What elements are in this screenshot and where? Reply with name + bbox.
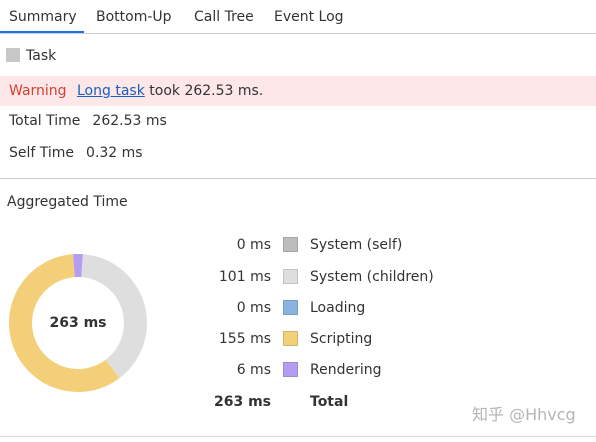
total-time-value: 262.53 ms xyxy=(92,113,167,129)
warning-row: Warning Long task took 262.53 ms. xyxy=(0,76,596,106)
total-time-label: Total Time xyxy=(9,113,81,129)
long-task-link[interactable]: Long task xyxy=(77,83,145,99)
legend-swatch xyxy=(283,269,298,284)
legend-row-scripting: 155 ms Scripting xyxy=(0,329,596,349)
legend-value: 155 ms xyxy=(218,331,271,347)
self-time-value: 0.32 ms xyxy=(86,145,143,161)
active-tab-indicator xyxy=(0,31,84,33)
legend-swatch xyxy=(283,362,298,377)
legend-row-loading: 0 ms Loading xyxy=(0,298,596,318)
total-label: Total xyxy=(310,394,349,410)
legend-swatch xyxy=(283,237,298,252)
task-title: Task xyxy=(6,47,56,65)
legend-label: System (self) xyxy=(310,237,403,253)
total-value: 263 ms xyxy=(213,394,271,410)
total-time-row: Total Time 262.53 ms xyxy=(9,111,167,131)
aggregated-time-title: Aggregated Time xyxy=(7,194,128,210)
task-color-swatch xyxy=(6,48,20,62)
watermark: 知乎 @Hhvcg xyxy=(472,405,576,424)
legend-label: Loading xyxy=(310,300,366,316)
bottom-border xyxy=(0,436,596,437)
warning-message: Long task took 262.53 ms. xyxy=(77,76,263,106)
section-divider xyxy=(0,178,596,179)
task-label: Task xyxy=(26,48,57,64)
tab-call-tree[interactable]: Call Tree xyxy=(194,0,254,34)
tab-summary[interactable]: Summary xyxy=(9,0,77,34)
warning-text: took 262.53 ms. xyxy=(144,83,264,99)
warning-label: Warning xyxy=(9,83,67,99)
legend-swatch xyxy=(283,300,298,315)
legend-value: 0 ms xyxy=(236,300,271,316)
legend-value: 6 ms xyxy=(236,362,271,378)
legend-value: 101 ms xyxy=(218,269,271,285)
legend-row-system-children: 101 ms System (children) xyxy=(0,267,596,287)
legend-row-rendering: 6 ms Rendering xyxy=(0,360,596,380)
tab-bar: Summary Bottom-Up Call Tree Event Log xyxy=(0,0,596,34)
self-time-row: Self Time 0.32 ms xyxy=(9,143,143,163)
legend-row-system-self: 0 ms System (self) xyxy=(0,235,596,255)
legend-swatch xyxy=(283,331,298,346)
legend-label: Scripting xyxy=(310,331,373,347)
self-time-label: Self Time xyxy=(9,145,75,161)
legend-label: System (children) xyxy=(310,269,434,285)
legend-label: Rendering xyxy=(310,362,382,378)
tab-event-log[interactable]: Event Log xyxy=(274,0,344,34)
legend-value: 0 ms xyxy=(236,237,271,253)
tab-bottom-up[interactable]: Bottom-Up xyxy=(96,0,172,34)
